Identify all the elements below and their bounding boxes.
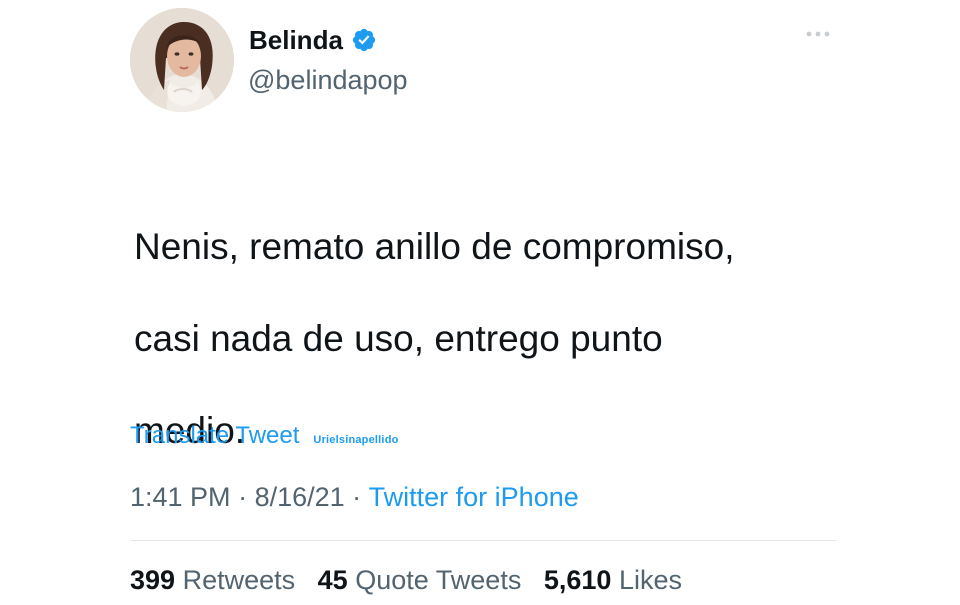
avatar[interactable]: [130, 8, 234, 112]
tweet-date[interactable]: 8/16/21: [255, 480, 345, 514]
retweets-label: Retweets: [182, 565, 296, 595]
divider: [130, 540, 836, 541]
translate-tweet-link[interactable]: Translate Tweet: [130, 422, 299, 450]
display-name[interactable]: Belinda: [249, 24, 343, 56]
meta-separator: ·: [230, 482, 255, 512]
retweets-stat[interactable]: 399 Retweets: [130, 563, 295, 597]
tweet-text-line: casi nada de uso, entrego punto: [134, 318, 663, 359]
user-handle[interactable]: @belindapop: [248, 64, 408, 96]
quote-tweets-stat[interactable]: 45 Quote Tweets: [318, 563, 522, 597]
likes-stat[interactable]: 5,610 Likes: [544, 563, 682, 597]
tweet-card: Belinda @belindapop Nenis, remato anillo…: [0, 0, 960, 605]
tweet-text-line: Nenis, remato anillo de compromiso,: [134, 226, 735, 267]
verified-badge-icon: [352, 28, 376, 52]
quote-tweets-label: Quote Tweets: [355, 565, 522, 595]
meta-separator: ·: [344, 482, 369, 512]
avatar-image: [130, 8, 234, 112]
more-options-icon[interactable]: [804, 28, 832, 40]
tweet-source-link[interactable]: Twitter for iPhone: [369, 480, 579, 514]
tweet-text: Nenis, remato anillo de compromiso, casi…: [134, 178, 834, 500]
retweets-count: 399: [130, 565, 176, 595]
likes-count: 5,610: [543, 565, 612, 595]
name-row: Belinda: [249, 24, 377, 56]
quote-tweets-count: 45: [317, 565, 348, 595]
tweet-time[interactable]: 1:41 PM: [130, 480, 231, 514]
watermark: Urielsinapellido: [313, 434, 399, 446]
tweet-stats: 399 Retweets 45 Quote Tweets 5,610 Likes: [130, 563, 682, 597]
likes-label: Likes: [618, 565, 682, 595]
tweet-metadata: 1:41 PM · 8/16/21 · Twitter for iPhone: [130, 480, 579, 514]
translate-row: Translate Tweet Urielsinapellido: [130, 422, 399, 450]
